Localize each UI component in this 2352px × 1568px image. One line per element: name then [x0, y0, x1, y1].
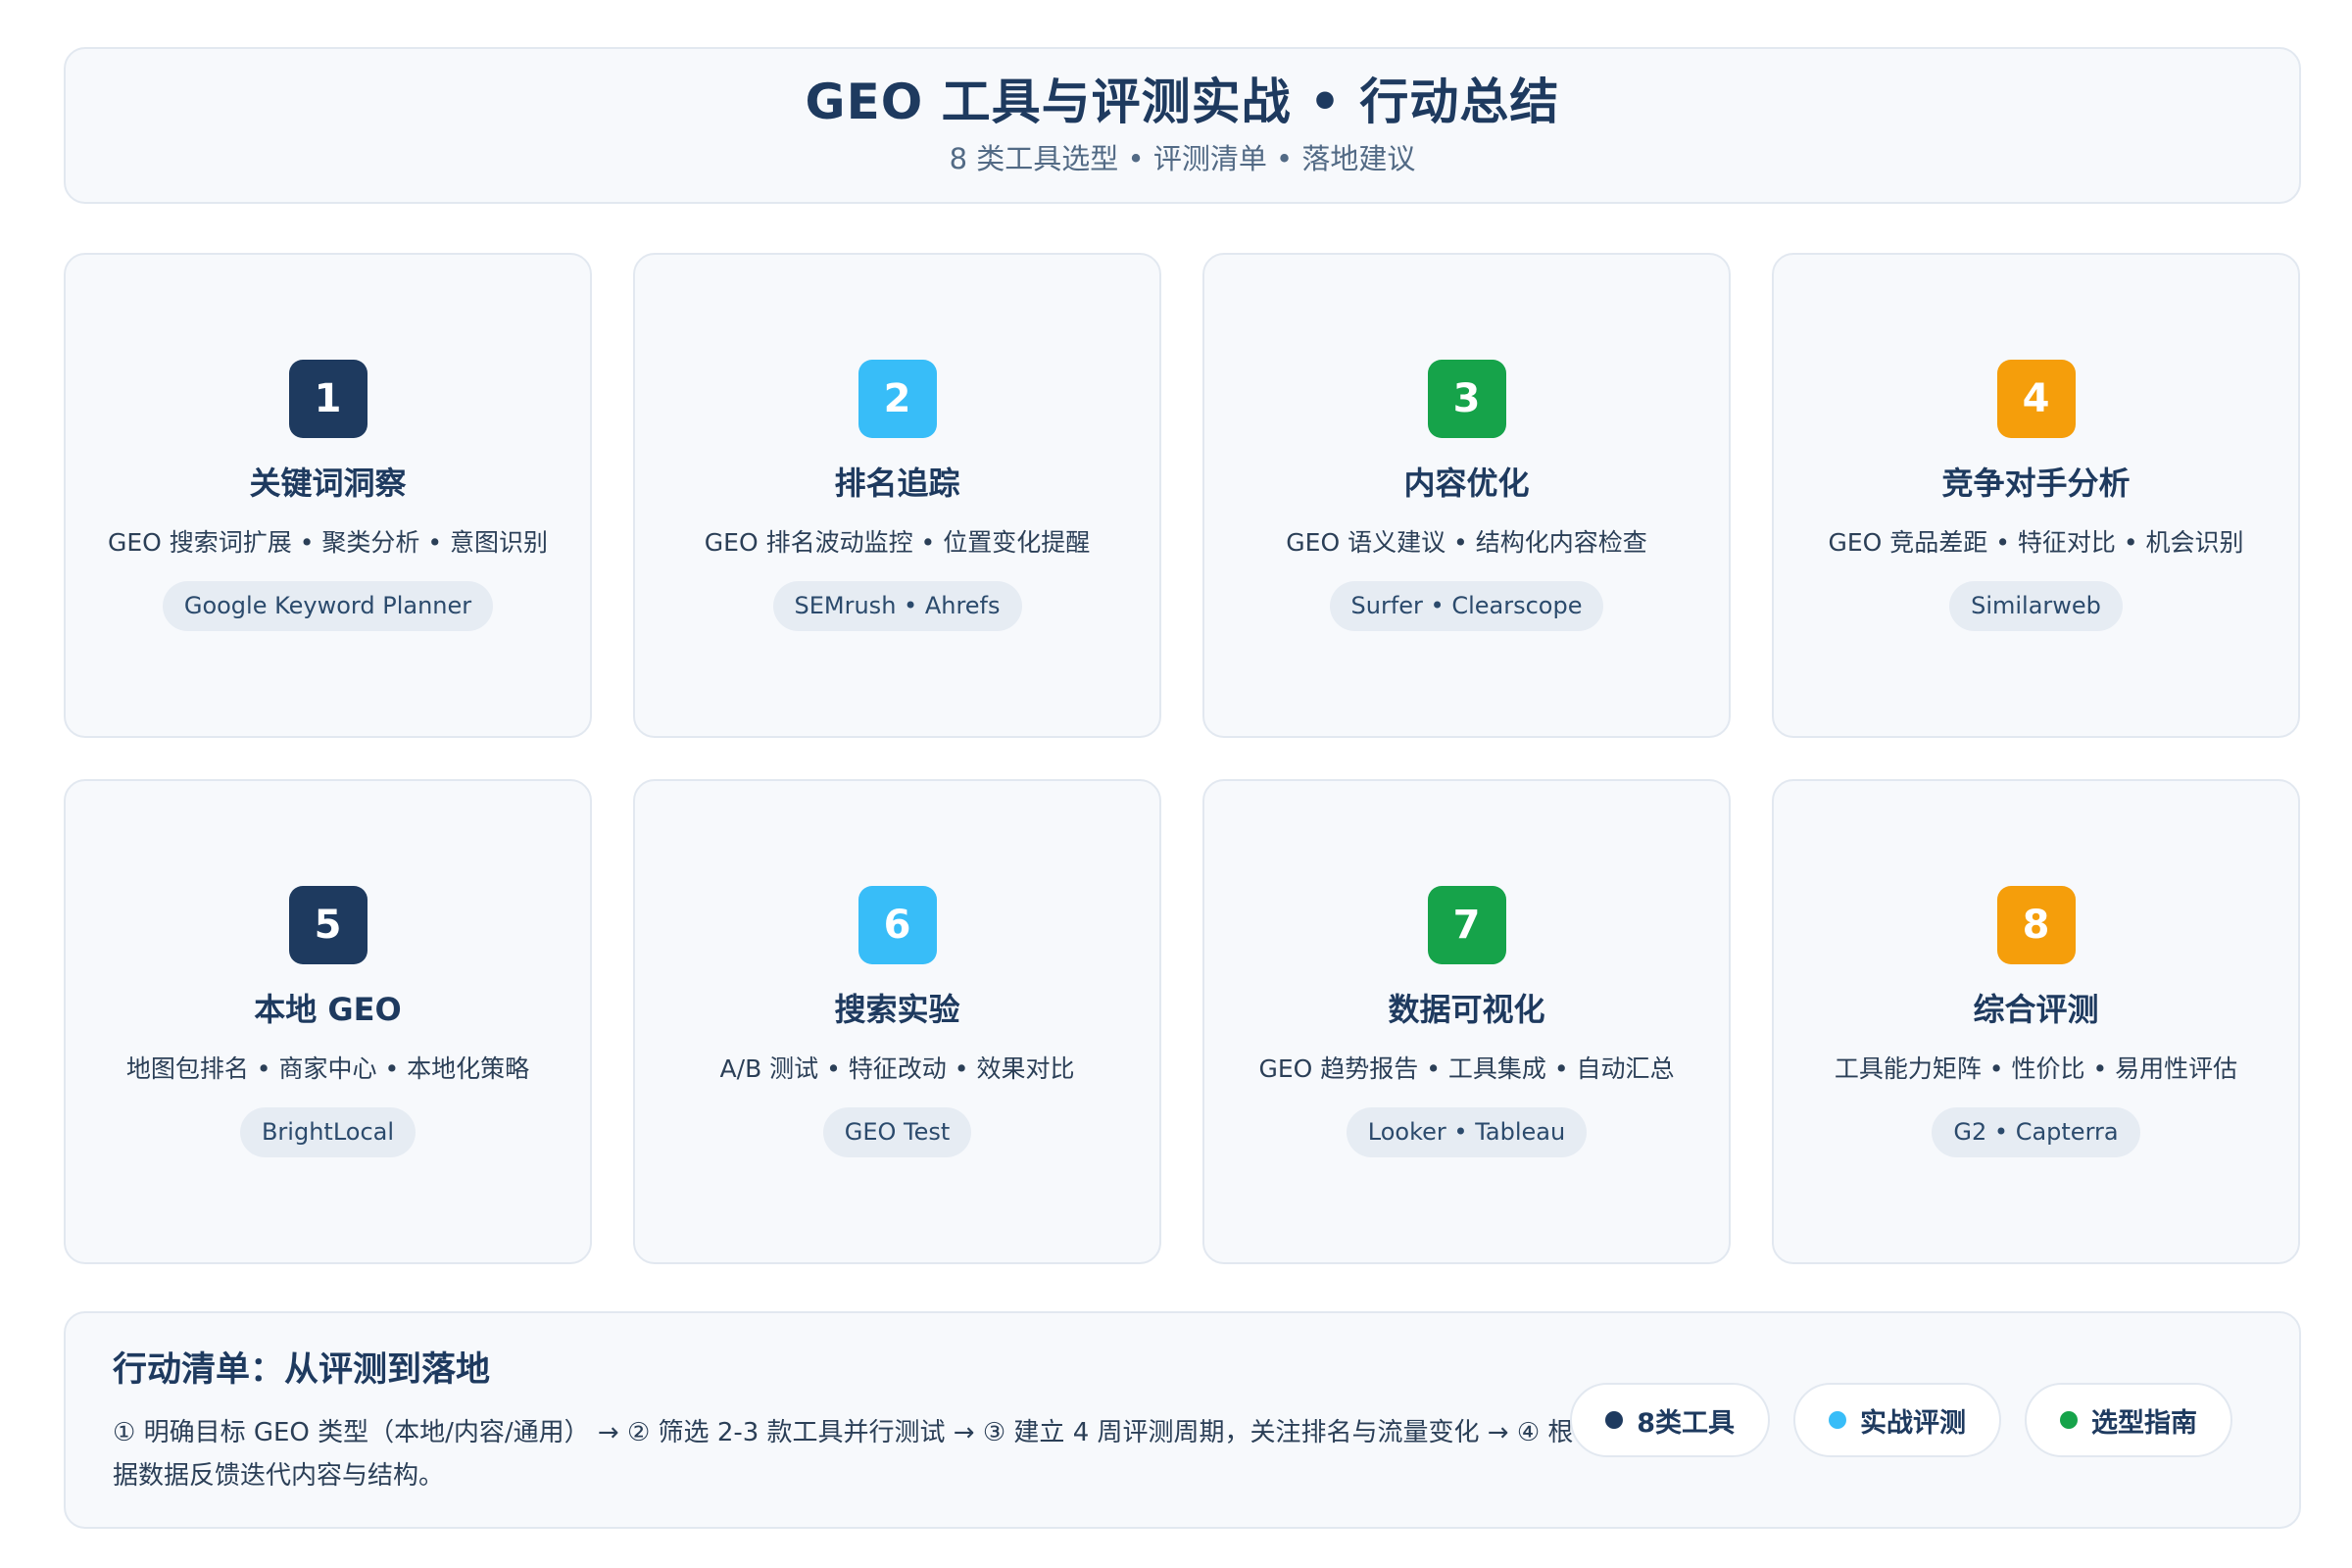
number-badge: 8	[1996, 886, 2076, 965]
card-title: 关键词洞察	[249, 465, 407, 503]
card-description: A/B 测试 • 特征改动 • 效果对比	[719, 1054, 1075, 1083]
card-description: GEO 趋势报告 • 工具集成 • 自动汇总	[1258, 1054, 1675, 1083]
card-description: 工具能力矩阵 • 性价比 • 易用性评估	[1834, 1054, 2238, 1083]
tool-tag: Surfer • Clearscope	[1329, 580, 1604, 631]
summary-pill: 8类工具	[1570, 1383, 1770, 1457]
card-description: 地图包排名 • 商家中心 • 本地化策略	[125, 1054, 530, 1083]
number-badge: 1	[288, 360, 368, 439]
card-title: 综合评测	[1973, 991, 2099, 1029]
pill-label: 实战评测	[1860, 1407, 1966, 1439]
dot-icon	[1605, 1411, 1624, 1429]
tool-card: 6 搜索实验 A/B 测试 • 特征改动 • 效果对比 GEO Test	[633, 779, 1161, 1264]
card-title: 搜索实验	[834, 991, 960, 1029]
card-title: 本地 GEO	[254, 991, 402, 1029]
tool-card: 5 本地 GEO 地图包排名 • 商家中心 • 本地化策略 BrightLoca…	[64, 779, 592, 1264]
tool-tag: SEMrush • Ahrefs	[772, 580, 1022, 631]
tool-tag: G2 • Capterra	[1932, 1106, 2140, 1157]
tool-card: 3 内容优化 GEO 语义建议 • 结构化内容检查 Surfer • Clear…	[1202, 253, 1731, 738]
tool-card-grid: 1 关键词洞察 GEO 搜索词扩展 • 聚类分析 • 意图识别 Google K…	[64, 253, 2301, 1264]
page: GEO 工具与评测实战 • 行动总结 8 类工具选型 • 评测清单 • 落地建议…	[0, 0, 2352, 1568]
action-steps: ① 明确目标 GEO 类型（本地/内容/通用） → ② 筛选 2-3 款工具并行…	[113, 1418, 1574, 1492]
tool-tag: BrightLocal	[239, 1106, 416, 1157]
number-badge: 5	[288, 886, 368, 965]
action-title: 行动清单：从评测到落地	[113, 1350, 491, 1390]
tool-card: 4 竞争对手分析 GEO 竞品差距 • 特征对比 • 机会识别 Similarw…	[1772, 253, 2300, 738]
header-panel: GEO 工具与评测实战 • 行动总结 8 类工具选型 • 评测清单 • 落地建议	[64, 47, 2301, 204]
summary-pills: 8类工具 实战评测 选型指南	[1570, 1383, 2232, 1457]
tool-card: 2 排名追踪 GEO 排名波动监控 • 位置变化提醒 SEMrush • Ahr…	[633, 253, 1161, 738]
tool-tag: Google Keyword Planner	[162, 580, 494, 631]
card-title: 排名追踪	[834, 465, 960, 503]
page-title: GEO 工具与评测实战 • 行动总结	[805, 74, 1560, 131]
dot-icon	[1829, 1411, 1846, 1429]
number-badge: 6	[858, 886, 937, 965]
summary-pill: 实战评测	[1793, 1383, 2001, 1457]
dot-icon	[2060, 1411, 2078, 1429]
tool-tag: Similarweb	[1949, 580, 2123, 631]
card-description: GEO 语义建议 • 结构化内容检查	[1286, 527, 1647, 557]
pill-label: 8类工具	[1637, 1407, 1735, 1439]
tool-tag: GEO Test	[822, 1106, 972, 1157]
action-panel: 行动清单：从评测到落地 ① 明确目标 GEO 类型（本地/内容/通用） → ② …	[64, 1311, 2301, 1529]
card-title: 内容优化	[1403, 465, 1530, 503]
tool-card: 8 综合评测 工具能力矩阵 • 性价比 • 易用性评估 G2 • Capterr…	[1772, 779, 2300, 1264]
card-description: GEO 排名波动监控 • 位置变化提醒	[704, 527, 1091, 557]
number-badge: 4	[1996, 360, 2076, 439]
number-badge: 7	[1427, 886, 1506, 965]
tool-card: 7 数据可视化 GEO 趋势报告 • 工具集成 • 自动汇总 Looker • …	[1202, 779, 1731, 1264]
summary-pill: 选型指南	[2025, 1383, 2232, 1457]
tool-card: 1 关键词洞察 GEO 搜索词扩展 • 聚类分析 • 意图识别 Google K…	[64, 253, 592, 738]
card-title: 竞争对手分析	[1941, 465, 2131, 503]
page-subtitle: 8 类工具选型 • 评测清单 • 落地建议	[949, 142, 1416, 176]
card-description: GEO 竞品差距 • 特征对比 • 机会识别	[1828, 527, 2244, 557]
card-title: 数据可视化	[1388, 991, 1545, 1029]
number-badge: 2	[858, 360, 937, 439]
pill-label: 选型指南	[2091, 1407, 2197, 1439]
card-description: GEO 搜索词扩展 • 聚类分析 • 意图识别	[107, 527, 549, 557]
number-badge: 3	[1427, 360, 1506, 439]
tool-tag: Looker • Tableau	[1346, 1106, 1588, 1157]
